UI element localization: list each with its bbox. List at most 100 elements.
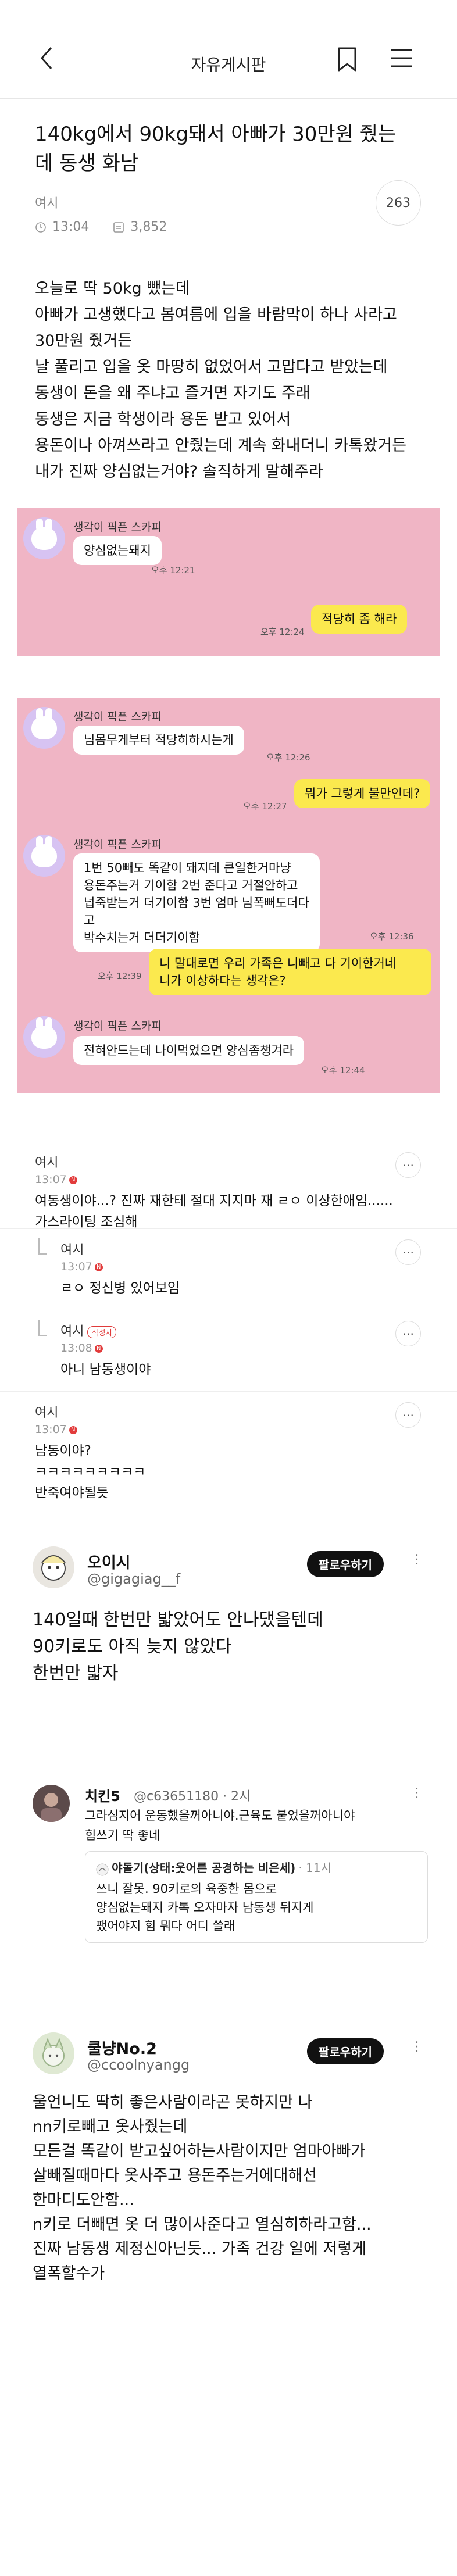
chat-bubble-left: 님몸무게부터 적당히하시는게 (73, 726, 244, 755)
follow-button[interactable]: 팔로우하기 (307, 2038, 384, 2064)
comment-time-value: 13:07 (35, 1173, 67, 1186)
quoted-tweet-header: 야돌기(상태:웃어른 공경하는 비은세) · 11시 (96, 1859, 417, 1876)
comment-author[interactable]: 여시 (35, 1152, 457, 1171)
reply-arrow-icon (38, 1238, 47, 1255)
chat-nickname: 생각이 픽픈 스카피 (73, 838, 162, 851)
post-line: 용돈이나 아껴쓰라고 안줬는데 계속 화내더니 카톡왔거든 (35, 437, 407, 455)
comment-count-button[interactable]: 263 (376, 180, 421, 226)
top-bar: 자유게시판 (0, 0, 457, 99)
chat-nickname: 생각이 픽픈 스카피 (73, 710, 162, 723)
new-badge-icon: N (69, 1425, 77, 1434)
post-time: 13:04 (52, 220, 90, 234)
chat-nickname: 생각이 픽픈 스카피 (73, 521, 162, 534)
new-badge-icon: N (69, 1176, 77, 1184)
tweet-author-name[interactable]: 치킨5 (85, 1785, 120, 1805)
quoted-tweet-author: 야돌기(상태:웃어른 공경하는 비은세) (112, 1861, 296, 1875)
bunny-icon (31, 708, 57, 739)
comment-text: 여동생이야...? 진짜 재한테 절대 지지마 재 ㄹㅇ 이상한애임......… (35, 1194, 393, 1230)
comment-author[interactable]: 여시 (35, 1402, 457, 1421)
comment-time: 13:08 N (60, 1342, 457, 1355)
post-line: 30만원 줬거든 (35, 332, 133, 350)
avatar (23, 835, 65, 877)
post-body: 오늘로 딱 50kg 뺐는데 아빠가 고생했다고 봄여름에 입을 바람막이 하나… (0, 252, 457, 485)
avatar[interactable] (33, 2032, 74, 2074)
avatar-drawing-icon (42, 2038, 65, 2067)
comment-time: 13:07 N (60, 1260, 457, 1273)
chat-time: 오후 12:24 (260, 627, 305, 637)
chat-time: 오후 12:21 (151, 565, 195, 576)
post-line: 날 풀리고 입을 옷 마땅히 없었어서 고맙다고 받았는데 (35, 358, 388, 376)
avatar[interactable] (33, 1785, 70, 1822)
quoted-tweet-text: 쓰니 잘못. 90키로의 육중한 몸으로 양심없는돼지 카톡 오자마자 남동생 … (96, 1881, 314, 1933)
bookmark-button[interactable] (337, 47, 360, 72)
chat-bubble-left: 양심없는돼지 (73, 536, 162, 565)
post-title: 140kg에서 90kg돼서 아빠가 30만원 줬는데 동생 화남 (35, 123, 397, 175)
tweet-more-button[interactable]: ⋮ (410, 1786, 423, 1800)
tweet-card-2: 치킨5 @c63651180 · 2시 ⋮ 그라심지어 운동했을꺼아니야.근육도… (0, 1782, 457, 2027)
comment-author-name: 여시 (60, 1324, 84, 1339)
reply-arrow-icon (38, 1320, 47, 1336)
bunny-icon (31, 836, 57, 867)
bunny-icon (31, 1017, 57, 1049)
tweet-author-name[interactable]: 오이시 (87, 1550, 131, 1573)
post-line: 오늘로 딱 50kg 뺐는데 (35, 280, 190, 298)
comment-text: 남동이야? ㅋㅋㅋㅋㅋㅋㅋㅋㅋ 반죽여야될듯 (35, 1444, 146, 1500)
comment-more-button[interactable]: ⋯ (395, 1321, 421, 1346)
chat-time: 오후 12:44 (321, 1065, 365, 1076)
chat-time: 오후 12:27 (243, 801, 287, 812)
chat-time: 오후 12:36 (370, 931, 414, 942)
avatar (23, 707, 65, 749)
comment-more-button[interactable]: ⋯ (395, 1152, 421, 1178)
post-line: 동생이 돈을 왜 주냐고 즐거면 자기도 주래 (35, 384, 310, 402)
tweet-text: 140일때 한번만 밟았어도 안나댔을텐데 90키로도 아직 늦지 않았다 한번… (33, 1610, 323, 1684)
chat-time: 오후 12:26 (266, 752, 310, 763)
comment-reply: 여시 13:07 N ㄹㅇ 정신병 있어보임 ⋯ (0, 1229, 457, 1310)
comment-list: 여시 13:07 N 여동생이야...? 진짜 재한테 절대 지지마 재 ㄹㅇ 이… (0, 1142, 457, 1506)
avatar[interactable] (33, 1546, 74, 1588)
follow-button[interactable]: 팔로우하기 (307, 1551, 384, 1577)
post-meta: 13:04 3,852 (35, 220, 422, 234)
comment-more-button[interactable]: ⋯ (395, 1402, 421, 1428)
post-line: 동생은 지금 학생이라 용돈 받고 있어서 (35, 410, 291, 428)
comment-time: 13:07 N (35, 1423, 457, 1436)
tweet-text: 울언니도 딱히 좋은사람이라곤 못하지만 나 nn키로빼고 옷사줬는데 모든걸 … (33, 2093, 372, 2282)
comment-text: 아니 남동생이야 (60, 1362, 151, 1377)
tweet-card-1: 오이시 @gigagiag__f 팔로우하기 ⋮ 140일때 한번만 밟았어도 … (0, 1546, 457, 1721)
comment-reply: 여시 작성자 13:08 N 아니 남동생이야 ⋯ (0, 1310, 457, 1392)
tweet-author-name[interactable]: 쿨냥No.2 (87, 2036, 157, 2059)
chat-time: 오후 12:39 (98, 971, 142, 981)
tweet-more-button[interactable]: ⋮ (410, 1552, 423, 1567)
chat-bubble-left: 전혀안드는데 나이먹었으면 양심좀챙겨라 (73, 1036, 305, 1065)
quoted-tweet[interactable]: 야돌기(상태:웃어른 공경하는 비은세) · 11시 쓰니 잘못. 90키로의 … (85, 1851, 428, 1943)
avatar-drawing-icon (41, 1555, 66, 1581)
comment-item: 여시 13:07 N 여동생이야...? 진짜 재한테 절대 지지마 재 ㄹㅇ 이… (0, 1142, 457, 1230)
new-badge-icon: N (94, 1344, 103, 1353)
comment-item: 여시 13:07 N 남동이야? ㅋㅋㅋㅋㅋㅋㅋㅋㅋ 반죽여야될듯 ⋯ (0, 1392, 457, 1506)
avatar (23, 517, 65, 559)
bunny-icon (31, 519, 57, 550)
post-line: 아빠가 고생했다고 봄여름에 입을 바람막이 하나 사라고 (35, 306, 397, 324)
comment-text: ㄹㅇ 정신병 있어보임 (60, 1281, 180, 1296)
comment-time-value: 13:08 (60, 1342, 92, 1355)
avatar (23, 1016, 65, 1058)
hamburger-icon (391, 49, 412, 67)
tweet-author-handle: @ccoolnyangg (87, 2057, 190, 2073)
chat-screenshot-2: 생각이 픽픈 스카피 님몸무게부터 적당히하시는게 오후 12:26 뭐가 그렇… (17, 698, 440, 1093)
chat-bubble-left: 1번 50빼도 똑같이 돼지데 큰일한거마냥 용돈주는거 기이함 2번 준다고 … (73, 853, 320, 952)
quote-avatar-icon (96, 1863, 109, 1875)
tweet-card-3: 쿨냥No.2 @ccoolnyangg 팔로우하기 ⋮ 울언니도 딱히 좋은사람… (0, 2032, 457, 2370)
comment-time-value: 13:07 (60, 1260, 92, 1273)
avatar-photo-icon (41, 1793, 62, 1822)
chat-nickname: 생각이 픽픈 스카피 (73, 1020, 162, 1032)
comment-more-button[interactable]: ⋯ (395, 1239, 421, 1265)
quoted-tweet-time: · 11시 (298, 1861, 331, 1875)
chat-screenshot-1: 생각이 픽픈 스카피 양심없는돼지 오후 12:21 적당히 좀 해라 오후 1… (17, 508, 440, 656)
post-author[interactable]: 여시 (35, 193, 422, 212)
chat-bubble-right: 적당히 좀 해라 (311, 605, 408, 634)
menu-button[interactable] (390, 48, 413, 71)
page-title: 자유게시판 (191, 55, 266, 74)
tweet-more-button[interactable]: ⋮ (410, 2039, 423, 2054)
chat-bubble-right: 뭐가 그렇게 불만인데? (294, 779, 431, 808)
comment-time: 13:07 N (35, 1173, 457, 1186)
chat-bubble-right: 니 말대로면 우리 가족은 니빼고 다 기이한거네 니가 이상하다는 생각은? (149, 949, 431, 995)
